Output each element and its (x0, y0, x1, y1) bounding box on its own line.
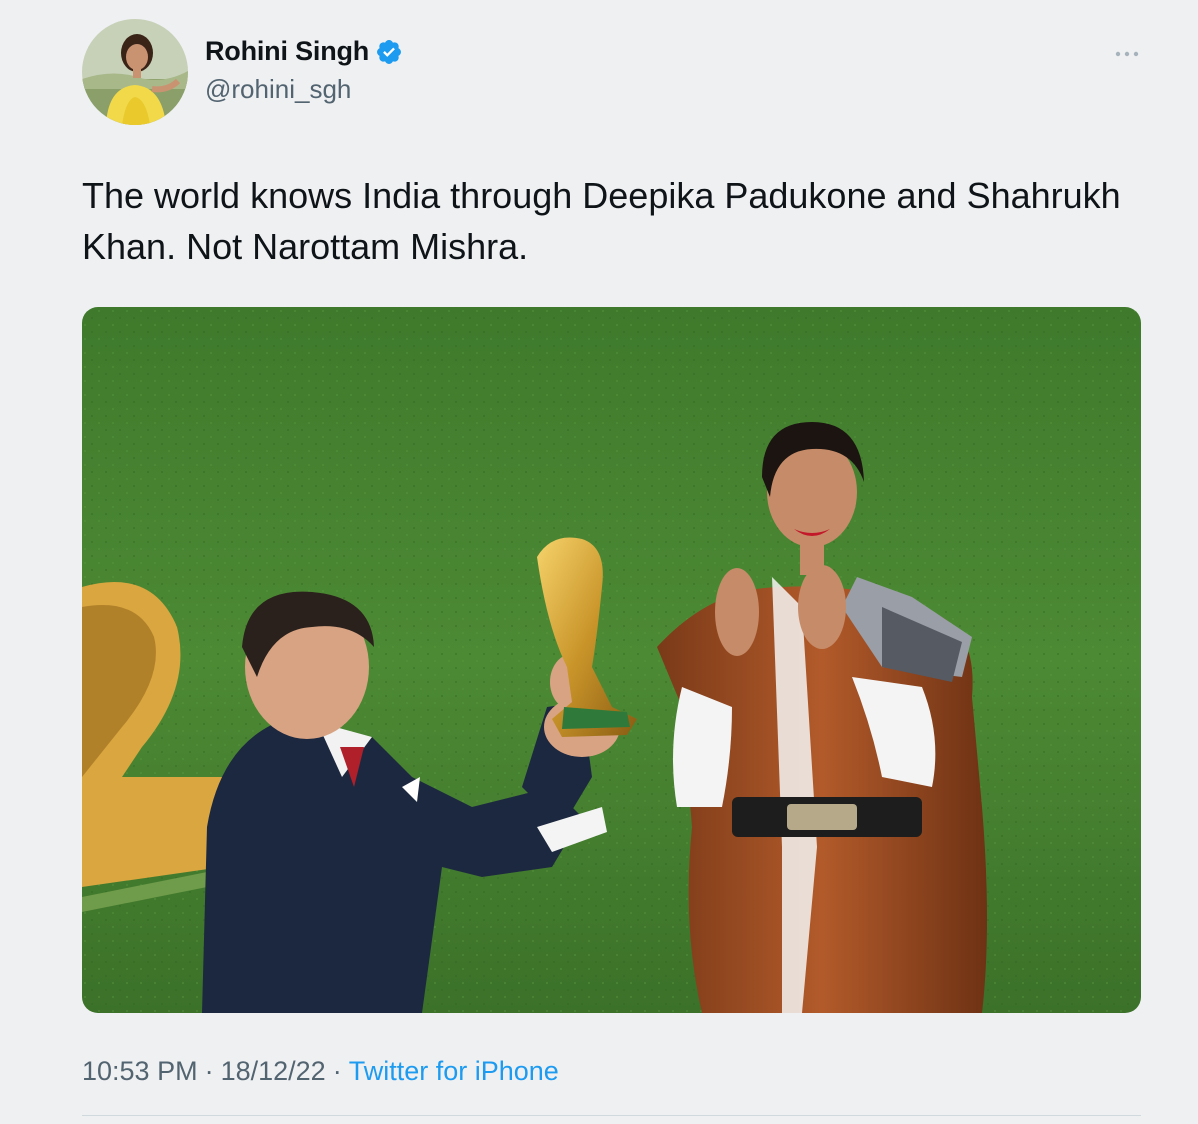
meta-separator: · (332, 1056, 342, 1086)
avatar-image (82, 19, 188, 125)
more-options-icon[interactable] (1112, 44, 1142, 64)
tweet-date[interactable]: 18/12/22 (221, 1056, 326, 1086)
tweet-photo-image (82, 307, 1141, 1013)
avatar[interactable] (82, 19, 188, 125)
verified-badge-icon (375, 38, 403, 66)
tweet-text: The world knows India through Deepika Pa… (82, 175, 1121, 267)
author-display-name[interactable]: Rohini Singh (205, 36, 369, 67)
divider (82, 1115, 1141, 1116)
author-name-row: Rohini Singh (205, 36, 403, 67)
tweet: Rohini Singh @rohini_sgh The world knows… (0, 0, 1198, 1124)
author-handle[interactable]: @rohini_sgh (205, 74, 351, 105)
tweet-meta: 10:53 PM · 18/12/22 · Twitter for iPhone (82, 1056, 559, 1087)
meta-separator: · (204, 1056, 214, 1086)
tweet-photo[interactable] (82, 307, 1141, 1013)
tweet-source-link[interactable]: Twitter for iPhone (349, 1056, 559, 1086)
tweet-time[interactable]: 10:53 PM (82, 1056, 198, 1086)
